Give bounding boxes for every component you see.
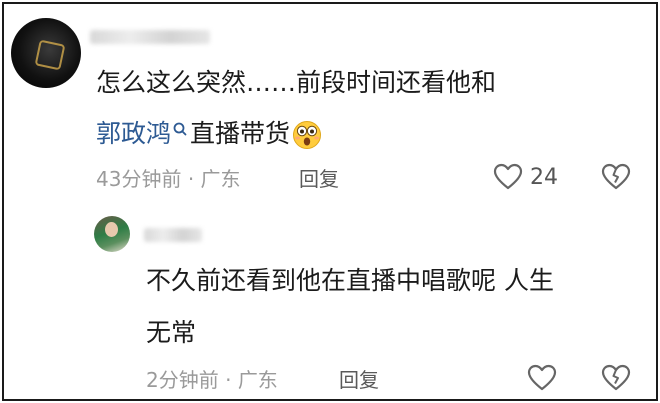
search-icon[interactable] [172,119,188,143]
broken-heart-icon [601,364,631,391]
blurred-reply-username [144,228,202,242]
heart-icon [493,163,523,190]
comment-location: 广东 [200,167,241,191]
comment-thread-screenshot: 怎么这么突然……前段时间还看他和 郭政鸿 直播带货 43分钟前 · 广东 回复 2… [2,2,658,401]
like-count: 24 [530,165,558,190]
reply-time: 2分钟前 [146,368,219,392]
commenter-avatar[interactable] [11,18,81,88]
like-button[interactable] [527,364,557,392]
reply-location: 广东 [237,368,278,392]
blurred-username [90,30,210,44]
comment-text-line2: 郭政鸿 直播带货 [96,119,322,157]
meta-separator: · [187,167,195,191]
reply-button[interactable]: 回复 [339,368,379,392]
reply-text-line2: 无常 [146,318,197,347]
reply-text-line1: 不久前还看到他在直播中唱歌呢 人生 [146,266,554,295]
reply-avatar[interactable] [94,216,130,252]
avatar-face [105,222,118,237]
comment-text-rest: 直播带货 [190,119,291,148]
like-button[interactable] [493,163,523,191]
reply-meta: 2分钟前 · 广东 [146,368,278,392]
meta-separator: · [225,368,232,392]
broken-heart-icon [601,163,631,190]
comment-text-line1: 怎么这么突然……前段时间还看他和 [96,68,497,97]
dislike-button[interactable] [601,163,631,191]
heart-icon [527,364,557,391]
comment-meta: 43分钟前 · 广东 [96,167,241,191]
reply-button[interactable]: 回复 [299,167,339,191]
avatar-logo-mark [34,39,66,71]
mention-link[interactable]: 郭政鸿 [96,119,171,148]
dislike-button[interactable] [601,364,631,392]
comment-time: 43分钟前 [96,167,182,191]
astonished-face-emoji [292,120,322,157]
